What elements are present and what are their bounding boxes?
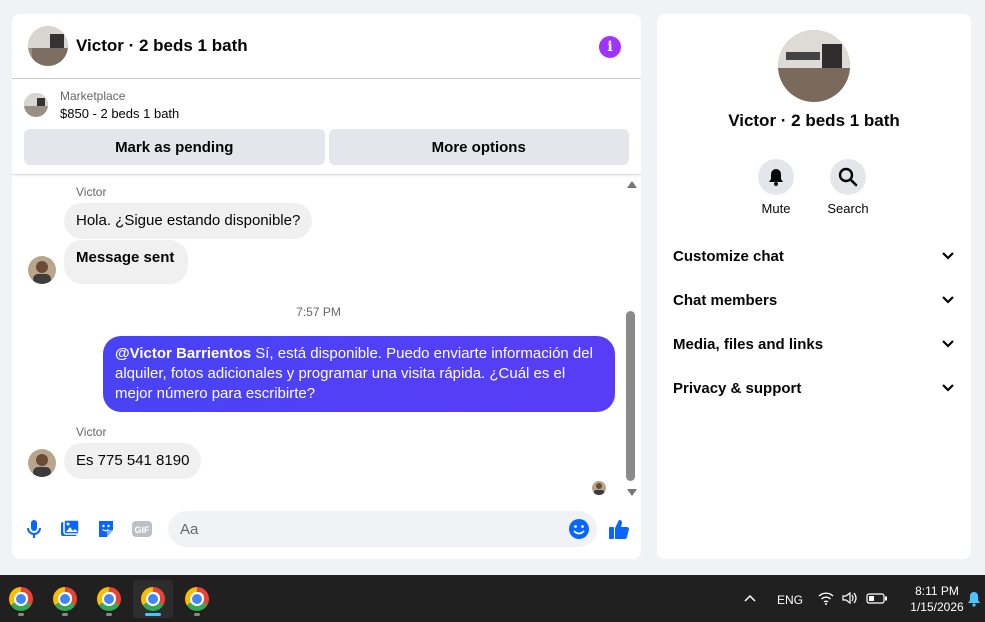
incoming-message[interactable]: Message sent: [64, 240, 189, 284]
section-label: Customize chat: [673, 247, 784, 265]
profile-avatar[interactable]: [778, 30, 850, 102]
section-privacy-support[interactable]: Privacy & support: [673, 366, 955, 410]
chevron-up-icon[interactable]: [744, 594, 756, 602]
outgoing-message[interactable]: @Victor Barrientos Sí, está disponible. …: [103, 336, 615, 412]
incoming-message[interactable]: Hola. ¿Sigue estando disponible?: [64, 203, 313, 239]
chrome-icon: [141, 587, 165, 611]
taskbar-chrome-1[interactable]: [1, 580, 41, 618]
section-customize-chat[interactable]: Customize chat: [673, 234, 955, 278]
mention[interactable]: @Victor Barrientos: [115, 345, 251, 362]
sticker-icon[interactable]: [94, 517, 118, 541]
seen-avatar: [592, 481, 606, 495]
message-scrollbar[interactable]: [625, 177, 637, 498]
gif-icon[interactable]: GIF: [130, 517, 154, 541]
listing-price[interactable]: $850 - 2 beds 1 bath: [60, 106, 179, 121]
mute-label: Mute: [761, 201, 791, 216]
language-indicator[interactable]: ENG: [777, 593, 803, 607]
sender-name: Victor: [76, 425, 107, 439]
search-label: Search: [827, 201, 869, 216]
sender-avatar[interactable]: [28, 449, 56, 477]
search-icon[interactable]: [830, 159, 866, 195]
chrome-icon: [53, 587, 77, 611]
bell-icon[interactable]: [758, 159, 794, 195]
profile-name: Victor · 2 beds 1 bath: [728, 111, 900, 130]
gif-label: GIF: [135, 525, 151, 535]
taskbar-chrome-4[interactable]: [133, 580, 173, 618]
listing-avatar[interactable]: [28, 26, 68, 66]
incoming-message[interactable]: Es 775 541 8190: [64, 443, 202, 479]
search-action[interactable]: Search: [818, 159, 878, 216]
composer: GIF: [12, 509, 641, 553]
taskbar-chrome-3[interactable]: [89, 580, 129, 618]
emoji-icon[interactable]: [567, 517, 591, 541]
listing-thumbnail[interactable]: [24, 93, 48, 117]
volume-icon[interactable]: [842, 591, 858, 605]
chevron-down-icon: [942, 296, 954, 304]
chat-panel: Victor · 2 beds 1 bath i Marketplace $85…: [12, 14, 641, 559]
chat-title[interactable]: Victor · 2 beds 1 bath: [76, 36, 248, 56]
section-chat-members[interactable]: Chat members: [673, 278, 955, 322]
chevron-down-icon: [942, 252, 954, 260]
thumbs-up-icon[interactable]: [607, 517, 631, 541]
section-label: Media, files and links: [673, 335, 824, 353]
marketplace-banner: Marketplace $850 - 2 beds 1 bath Mark as…: [12, 79, 641, 175]
taskbar: ENG 8:11 PM 1/15/2026: [0, 575, 985, 622]
scroll-up-icon[interactable]: [627, 181, 637, 188]
scroll-thumb[interactable]: [626, 311, 635, 481]
wifi-icon[interactable]: [818, 591, 834, 605]
chrome-icon: [185, 587, 209, 611]
clock-date: 1/15/2026: [910, 600, 964, 614]
clock-time: 8:11 PM: [915, 584, 959, 598]
chevron-down-icon: [942, 384, 954, 392]
photo-icon[interactable]: [58, 517, 82, 541]
taskbar-chrome-5[interactable]: [177, 580, 217, 618]
section-label: Chat members: [673, 291, 778, 309]
section-label: Privacy & support: [673, 379, 802, 397]
sender-name: Victor: [76, 185, 107, 199]
system-clock[interactable]: 8:11 PM 1/15/2026: [898, 583, 976, 615]
chevron-down-icon: [942, 340, 954, 348]
chrome-icon: [9, 587, 33, 611]
info-icon[interactable]: i: [599, 36, 621, 58]
battery-icon[interactable]: [866, 593, 888, 604]
mark-pending-button[interactable]: Mark as pending: [24, 129, 325, 165]
message-list: Victor Hola. ¿Sigue estando disponible? …: [12, 176, 625, 501]
message-input[interactable]: [168, 511, 597, 547]
section-media-files-links[interactable]: Media, files and links: [673, 322, 955, 366]
chrome-icon: [97, 587, 121, 611]
sender-avatar[interactable]: [28, 256, 56, 284]
microphone-icon[interactable]: [22, 517, 46, 541]
chat-info-panel: Victor · 2 beds 1 bath Mute Search Custo…: [657, 14, 971, 559]
mute-action[interactable]: Mute: [746, 159, 806, 216]
scroll-down-icon[interactable]: [627, 489, 637, 496]
chat-header: Victor · 2 beds 1 bath i: [12, 14, 641, 79]
marketplace-label: Marketplace: [60, 89, 126, 103]
more-options-button[interactable]: More options: [328, 129, 629, 165]
message-timestamp: 7:57 PM: [296, 305, 341, 319]
notification-bell-icon[interactable]: [967, 591, 981, 607]
taskbar-chrome-2[interactable]: [45, 580, 85, 618]
